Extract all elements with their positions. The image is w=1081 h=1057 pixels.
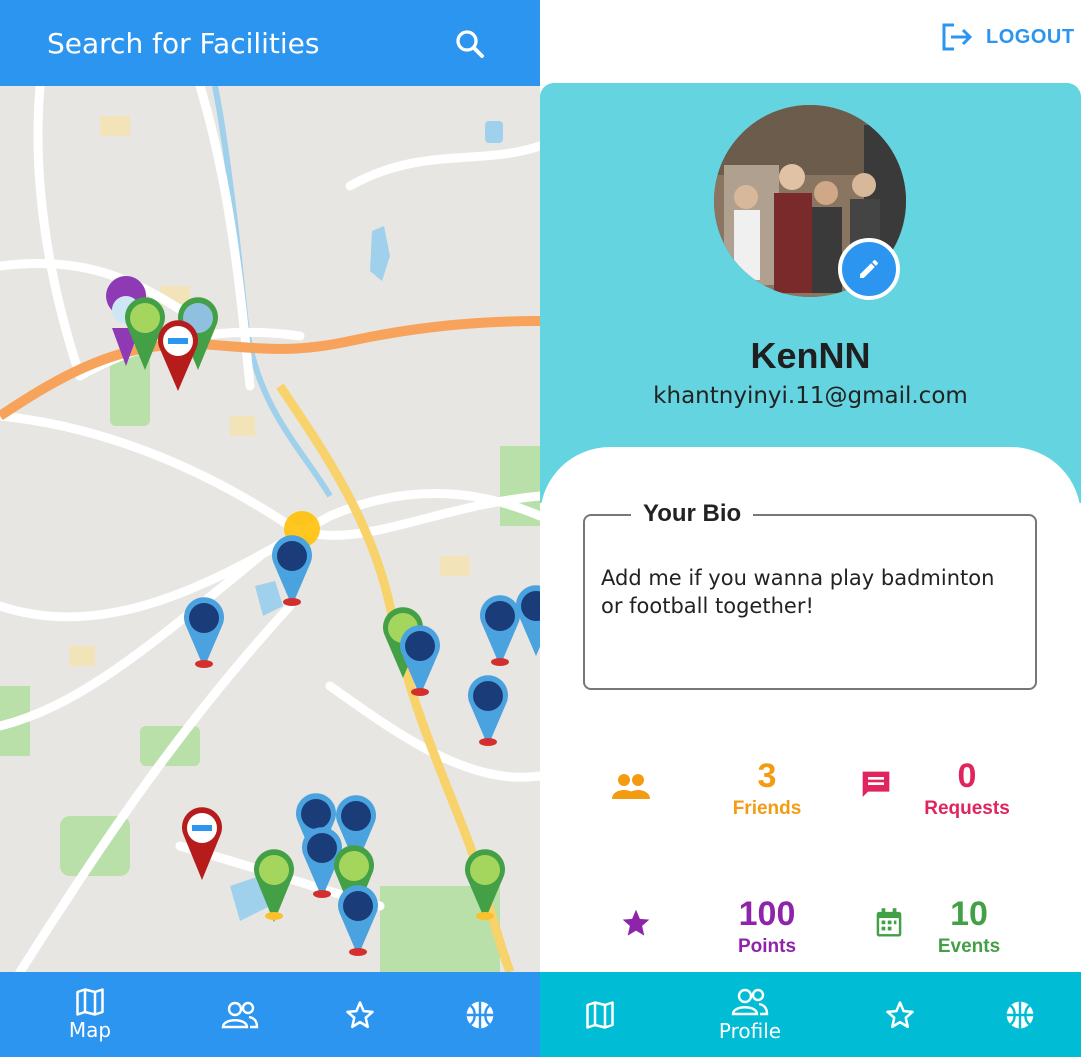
star-icon xyxy=(886,1000,914,1028)
bio-label: Your Bio xyxy=(631,500,754,528)
star-icon xyxy=(622,909,650,936)
star-icon xyxy=(346,1000,374,1028)
points-count: 100 xyxy=(738,895,796,933)
nav-map-label: Map xyxy=(68,1017,112,1042)
calendar-icon xyxy=(876,908,902,937)
nav-favorites-button[interactable] xyxy=(330,972,390,1057)
bottom-navigation: Profile xyxy=(540,972,1081,1057)
message-icon xyxy=(862,771,890,797)
logout-button[interactable]: LOGOUT xyxy=(940,22,1075,52)
basketball-icon xyxy=(466,1001,494,1028)
profile-username: KenNN xyxy=(750,335,871,376)
bio-field[interactable]: Your Bio Add me if you wanna play badmin… xyxy=(583,500,1037,690)
nav-sports-button[interactable] xyxy=(990,972,1050,1057)
events-label: Events xyxy=(937,936,1001,957)
requests-label: Requests xyxy=(924,798,1010,819)
events-count: 10 xyxy=(950,895,988,933)
search-app-bar[interactable]: Search for Facilities xyxy=(0,0,540,86)
edit-icon xyxy=(860,259,878,278)
map-icon xyxy=(76,987,104,1016)
bottom-navigation: Map xyxy=(0,972,540,1057)
search-icon[interactable] xyxy=(452,26,488,62)
nav-profile-label: Profile xyxy=(718,1018,782,1043)
nav-map-button[interactable] xyxy=(570,972,630,1057)
edit-avatar-button[interactable] xyxy=(838,238,900,300)
nav-friends-button[interactable] xyxy=(210,972,270,1057)
bio-text[interactable]: Add me if you wanna play badminton or fo… xyxy=(601,564,1021,620)
nav-sports-button[interactable] xyxy=(450,972,510,1057)
friends-label: Friends xyxy=(732,798,802,819)
search-title[interactable]: Search for Facilities xyxy=(47,27,320,60)
nav-map-button[interactable]: Map xyxy=(40,972,140,1057)
points-label: Points xyxy=(737,936,797,957)
map-icon xyxy=(586,1000,614,1029)
friends-icon xyxy=(221,1001,259,1028)
profile-header: KenNN khantnyinyi.11@gmail.com xyxy=(540,83,1081,503)
profile-email: khantnyinyi.11@gmail.com xyxy=(653,383,968,409)
nav-favorites-button[interactable] xyxy=(870,972,930,1057)
facility-map[interactable] xyxy=(0,86,540,972)
nav-profile-button[interactable]: Profile xyxy=(700,972,800,1057)
profile-body: Your Bio Add me if you wanna play badmin… xyxy=(540,447,1081,987)
map-screen: Search for Facilities Map xyxy=(0,0,540,1057)
profile-screen: LOGOUT KenNN khantnyinyi.11@gmail.com Yo… xyxy=(540,0,1081,1057)
logout-label: LOGOUT xyxy=(986,25,1075,48)
basketball-icon xyxy=(1006,1001,1034,1028)
friends-icon xyxy=(612,774,650,799)
requests-count: 0 xyxy=(957,757,977,795)
friends-icon xyxy=(731,988,769,1015)
friends-count: 3 xyxy=(757,757,777,795)
logout-icon xyxy=(942,23,973,51)
